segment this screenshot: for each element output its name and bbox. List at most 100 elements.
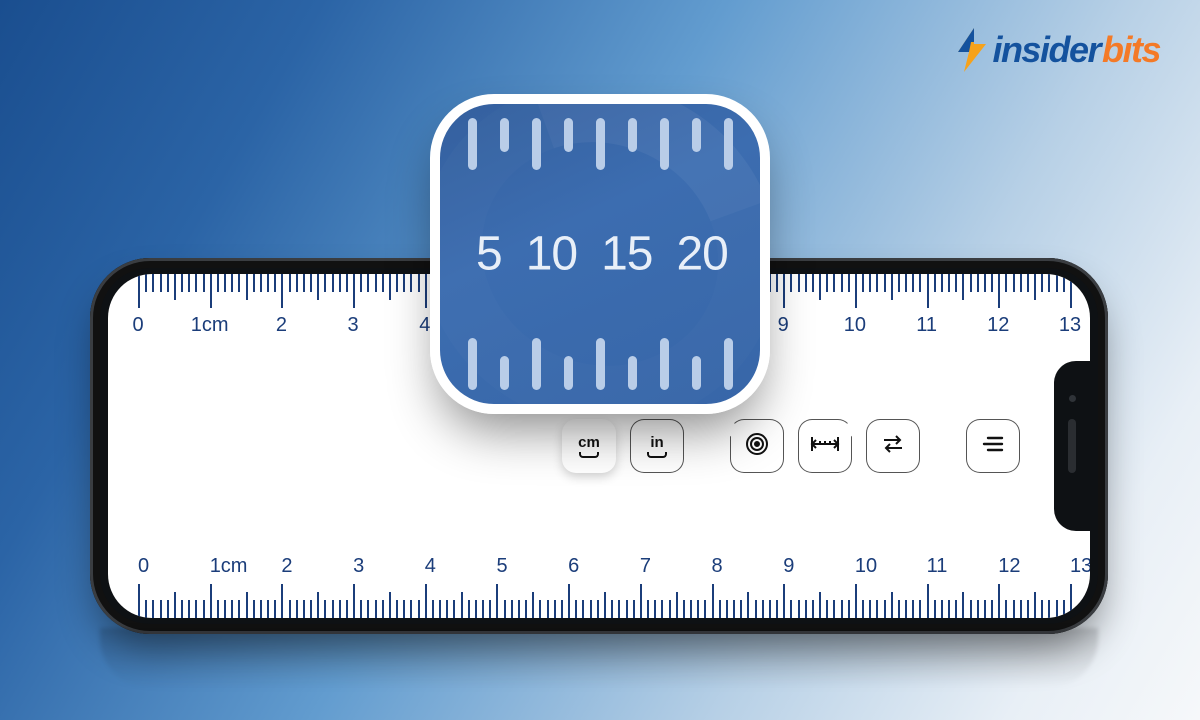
tick-minor: [339, 600, 341, 618]
tick-minor: [690, 600, 692, 618]
tick-half: [317, 274, 319, 300]
tick-minor: [403, 600, 405, 618]
app-icon-num: 15: [601, 227, 652, 282]
calibrate-button[interactable]: [730, 419, 784, 473]
tick-major: [712, 584, 714, 618]
bolt-icon: [954, 28, 990, 72]
tick-minor: [1041, 600, 1043, 618]
unit-cm-label: cm: [578, 434, 600, 451]
tick-minor: [991, 274, 993, 292]
tick-minor: [1027, 600, 1029, 618]
app-icon-tick: [660, 338, 669, 390]
tick-minor: [833, 600, 835, 618]
unit-cm-button[interactable]: cm: [562, 419, 616, 473]
tick-minor: [253, 274, 255, 292]
tick-minor: [683, 600, 685, 618]
tick-minor: [152, 274, 154, 292]
ruler-label: 2: [281, 555, 292, 578]
tick-minor: [597, 600, 599, 618]
tick-minor: [590, 600, 592, 618]
underline-icon: [647, 452, 667, 458]
tick-minor: [626, 600, 628, 618]
app-icon-ticks-top: [440, 118, 760, 170]
tick-minor: [418, 274, 420, 292]
tick-minor: [332, 274, 334, 292]
tick-minor: [704, 600, 706, 618]
tick-minor: [274, 600, 276, 618]
menu-button[interactable]: [966, 419, 1020, 473]
tick-minor: [554, 600, 556, 618]
tick-minor: [812, 274, 814, 292]
tick-major: [210, 274, 212, 308]
tick-minor: [231, 274, 233, 292]
app-icon-tick: [564, 118, 573, 152]
tick-minor: [955, 274, 957, 292]
ruler-label: 9: [778, 314, 789, 337]
tick-minor: [805, 274, 807, 292]
tick-minor: [977, 600, 979, 618]
tick-minor: [152, 600, 154, 618]
tick-minor: [167, 274, 169, 292]
unit-in-button[interactable]: in: [630, 419, 684, 473]
tick-minor: [898, 600, 900, 618]
app-icon-tick: [724, 338, 733, 390]
tick-minor: [762, 600, 764, 618]
promo-image: insiderbits 01cm2345678910111213 01cm234…: [0, 0, 1200, 720]
tick-minor: [224, 274, 226, 292]
tick-minor: [1005, 274, 1007, 292]
tick-minor: [160, 274, 162, 292]
tick-minor: [919, 600, 921, 618]
app-icon-tick: [596, 338, 605, 390]
span-button[interactable]: [798, 419, 852, 473]
tick-minor: [289, 600, 291, 618]
app-icon-num: 10: [526, 227, 577, 282]
tick-minor: [238, 600, 240, 618]
tick-minor: [489, 600, 491, 618]
tick-half: [1034, 592, 1036, 618]
tick-half: [174, 592, 176, 618]
tick-minor: [303, 274, 305, 292]
tick-half: [604, 592, 606, 618]
tick-minor: [181, 274, 183, 292]
tick-half: [962, 592, 964, 618]
tick-minor: [955, 600, 957, 618]
tick-major: [927, 584, 929, 618]
tick-major: [998, 584, 1000, 618]
tick-minor: [941, 274, 943, 292]
tick-minor: [582, 600, 584, 618]
tick-major: [353, 584, 355, 618]
tick-minor: [848, 274, 850, 292]
tick-minor: [432, 600, 434, 618]
ruler-span-icon: [810, 434, 840, 459]
tick-minor: [324, 274, 326, 292]
swap-button[interactable]: [866, 419, 920, 473]
ruler-label: 6: [568, 555, 579, 578]
tick-major: [998, 274, 1000, 308]
tick-minor: [934, 600, 936, 618]
tick-minor: [310, 600, 312, 618]
tick-minor: [1048, 274, 1050, 292]
tick-major: [640, 584, 642, 618]
tick-minor: [160, 600, 162, 618]
tick-minor: [948, 274, 950, 292]
tick-major: [425, 584, 427, 618]
tick-minor: [898, 274, 900, 292]
underline-icon: [579, 452, 599, 458]
ruler-label: 1cm: [191, 314, 229, 337]
tick-minor: [1013, 600, 1015, 618]
app-icon-ticks-bottom: [440, 338, 760, 390]
tick-half: [246, 592, 248, 618]
insiderbits-logo: insiderbits: [954, 28, 1160, 72]
tick-minor: [726, 600, 728, 618]
tick-major: [783, 274, 785, 308]
tick-minor: [267, 600, 269, 618]
tick-minor: [346, 600, 348, 618]
tick-minor: [905, 600, 907, 618]
app-icon-tick: [500, 356, 509, 390]
tick-half: [747, 592, 749, 618]
tick-minor: [790, 600, 792, 618]
tick-minor: [195, 274, 197, 292]
ruler-label: 7: [640, 555, 651, 578]
tick-major: [568, 584, 570, 618]
tick-minor: [1056, 274, 1058, 292]
